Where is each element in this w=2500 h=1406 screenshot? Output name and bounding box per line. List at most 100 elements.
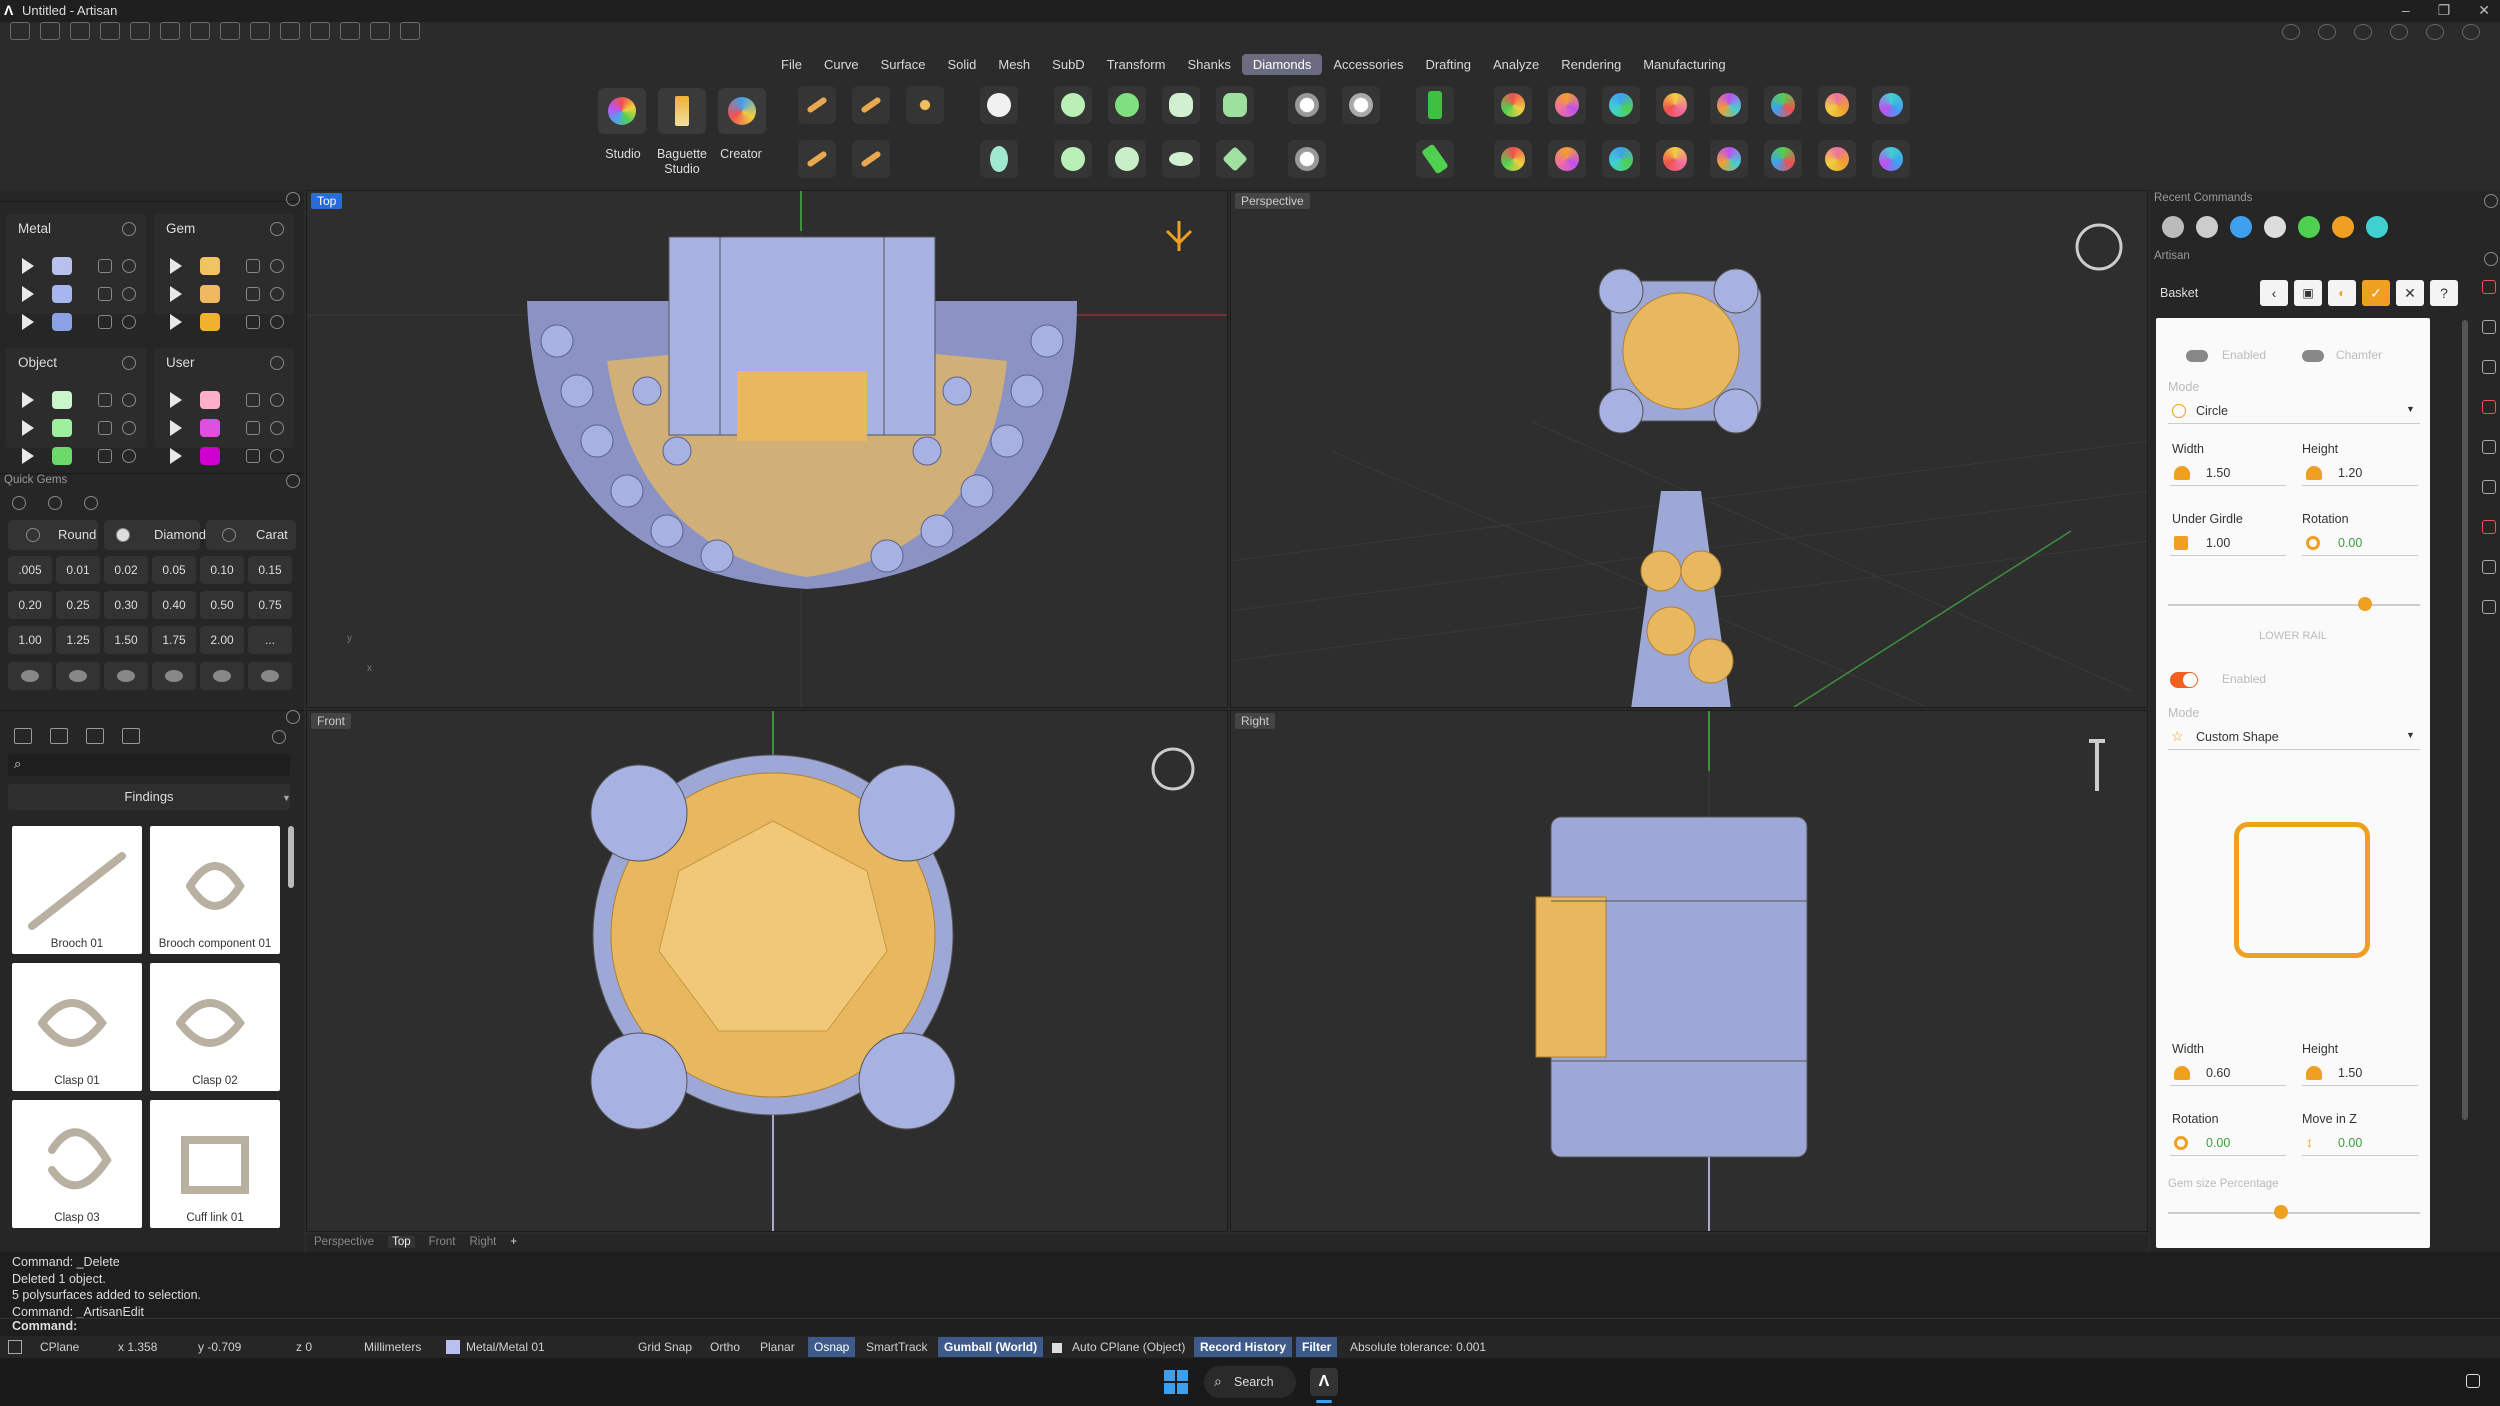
gem-tool-3[interactable] [1602, 86, 1640, 124]
metal-layer-1-color[interactable] [52, 257, 72, 275]
menu-accessories[interactable]: Accessories [1322, 54, 1414, 75]
carat-size-18[interactable]: ... [248, 626, 292, 654]
setting-tool-8[interactable] [1216, 140, 1254, 178]
recent-command-icon-4[interactable] [2264, 216, 2286, 238]
findings-scrollbar[interactable] [288, 826, 294, 888]
gem-shape-2[interactable] [56, 662, 100, 690]
finding-item[interactable]: Clasp 01 [12, 963, 142, 1091]
filter-toggle[interactable]: Filter [1296, 1337, 1338, 1357]
recent-command-icon-2[interactable] [2196, 216, 2218, 238]
mode-select[interactable]: Circle [2168, 398, 2420, 424]
gem-layer-2-expand-icon[interactable] [170, 286, 182, 302]
gem-shape-4[interactable] [152, 662, 196, 690]
save-as-icon[interactable] [220, 22, 240, 40]
metal-group-eye-icon[interactable] [122, 222, 136, 236]
undo-icon[interactable] [130, 22, 150, 40]
menu-rendering[interactable]: Rendering [1550, 54, 1632, 75]
object-layer-1-lock-icon[interactable] [98, 393, 112, 407]
scatter-tool[interactable] [906, 86, 944, 124]
metal-layer-2-expand-icon[interactable] [22, 286, 34, 302]
recent-command-icon-3[interactable] [2230, 216, 2252, 238]
recent-command-icon-5[interactable] [2298, 216, 2320, 238]
side-tool-icon-4[interactable] [2482, 400, 2496, 414]
save-preset-icon[interactable]: ▣ [2294, 280, 2322, 306]
viewport-top[interactable]: Top yx [306, 190, 1228, 708]
render-icon[interactable] [2390, 24, 2408, 40]
gem-tool-12[interactable] [1656, 140, 1694, 178]
side-tool-icon-3[interactable] [2482, 360, 2496, 374]
viewport-right[interactable]: Right [1230, 710, 2148, 1232]
move-z-input[interactable]: 0.00 [2302, 1130, 2418, 1156]
object-layer-1-eye-icon[interactable] [122, 393, 136, 407]
gem-shape-5[interactable] [200, 662, 244, 690]
carat-size-9[interactable]: 0.30 [104, 591, 148, 619]
gem-wand-icon[interactable] [48, 496, 62, 510]
menu-surface[interactable]: Surface [870, 54, 937, 75]
gem-shape-1[interactable] [8, 662, 52, 690]
menu-file[interactable]: File [770, 54, 813, 75]
panel-settings-icon[interactable] [286, 192, 300, 206]
metal-layer-1-lock-icon[interactable] [98, 259, 112, 273]
metal-layer-3-eye-icon[interactable] [122, 315, 136, 329]
carat-size-3[interactable]: 0.02 [104, 556, 148, 584]
gem-tool-14[interactable] [1764, 140, 1802, 178]
settings-icon[interactable] [2462, 24, 2480, 40]
gem-tool-4[interactable] [1656, 86, 1694, 124]
ring-nav-icon-front[interactable] [1151, 747, 1195, 791]
user-layer-2-eye-icon[interactable] [270, 421, 284, 435]
auto-cplane-checkbox[interactable] [1052, 1343, 1062, 1353]
gem-shape-3[interactable] [104, 662, 148, 690]
artisan-taskbar-icon[interactable]: Λ [1310, 1368, 1338, 1396]
refresh-preview-icon[interactable]: ◐ [2328, 280, 2356, 306]
finding-item[interactable]: Clasp 03 [12, 1100, 142, 1228]
finding-item[interactable]: Brooch component 01 [150, 826, 280, 954]
carat-size-4[interactable]: 0.05 [152, 556, 196, 584]
carat-size-2[interactable]: 0.01 [56, 556, 100, 584]
menu-shanks[interactable]: Shanks [1176, 54, 1241, 75]
side-tool-icon-5[interactable] [2482, 440, 2496, 454]
finding-item[interactable]: Brooch 01 [12, 826, 142, 954]
gumball-icon[interactable] [400, 22, 420, 40]
gem-layer-3-color[interactable] [200, 313, 220, 331]
metal-layer-3-lock-icon[interactable] [98, 315, 112, 329]
round-button[interactable]: Round [8, 520, 98, 550]
carat-size-5[interactable]: 0.10 [200, 556, 244, 584]
object-layer-3-lock-icon[interactable] [98, 449, 112, 463]
quick-gems-settings-icon[interactable] [286, 474, 300, 488]
recent-command-icon-7[interactable] [2366, 216, 2388, 238]
grid-icon[interactable] [122, 728, 140, 744]
gem-layer-3-expand-icon[interactable] [170, 314, 182, 330]
gem-tool-7[interactable] [1818, 86, 1856, 124]
finding-item[interactable]: Clasp 02 [150, 963, 280, 1091]
menu-solid[interactable]: Solid [936, 54, 987, 75]
side-tool-icon-7[interactable] [2482, 520, 2496, 534]
save-icon[interactable] [190, 22, 210, 40]
gem-layer-2-color[interactable] [200, 285, 220, 303]
gem-layer-1-expand-icon[interactable] [170, 258, 182, 274]
status-panel-icon[interactable] [8, 1340, 22, 1354]
side-tool-icon-6[interactable] [2482, 480, 2496, 494]
object-layer-2-eye-icon[interactable] [122, 421, 136, 435]
side-tool-icon-8[interactable] [2482, 560, 2496, 574]
back-icon[interactable]: ‹ [2260, 280, 2288, 306]
lower-rail-toggle[interactable] [2170, 672, 2198, 688]
user-layer-1-lock-icon[interactable] [246, 393, 260, 407]
rail-slider-knob[interactable] [2357, 597, 2372, 611]
prong-tool-4[interactable] [852, 140, 890, 178]
carat-size-6[interactable]: 0.15 [248, 556, 292, 584]
gem-target-icon[interactable] [84, 496, 98, 510]
user-group-eye-icon[interactable] [270, 356, 284, 370]
carat-size-7[interactable]: 0.20 [8, 591, 52, 619]
gem-tool-6[interactable] [1764, 86, 1802, 124]
viewport-tab-right[interactable]: Right [469, 1236, 496, 1248]
menu-subd[interactable]: SubD [1041, 54, 1096, 75]
object-layer-2-expand-icon[interactable] [22, 420, 34, 436]
metal-layer-2-lock-icon[interactable] [98, 287, 112, 301]
user-layer-3-color[interactable] [200, 447, 220, 465]
gem-size-slider[interactable] [2168, 1212, 2420, 1214]
import-icon[interactable] [100, 22, 120, 40]
record-history-toggle[interactable]: Record History [1194, 1337, 1293, 1357]
user-layer-2-expand-icon[interactable] [170, 420, 182, 436]
cplane-status[interactable]: CPlane [40, 1340, 79, 1354]
array-icon[interactable] [370, 22, 390, 40]
